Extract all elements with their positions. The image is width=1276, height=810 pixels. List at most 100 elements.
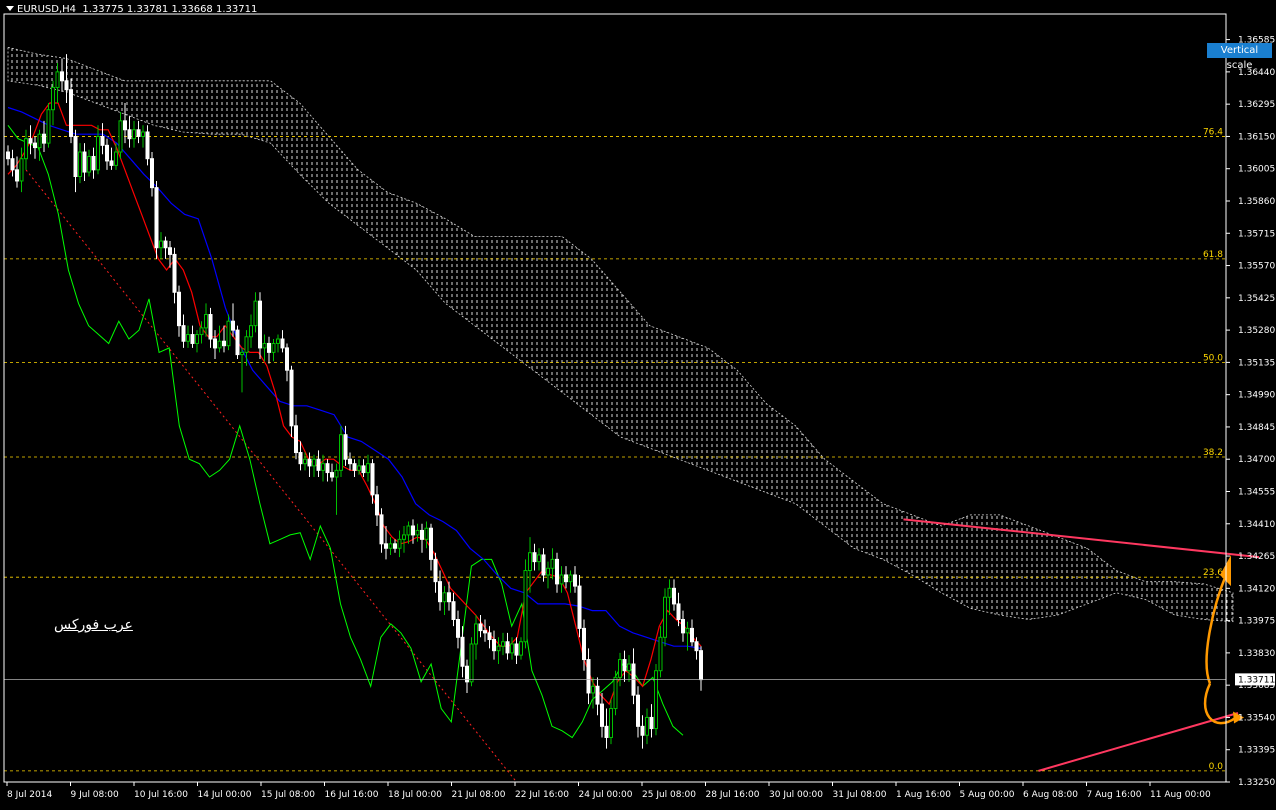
candle-body[interactable]: [168, 247, 172, 255]
candle-body[interactable]: [411, 525, 415, 536]
candle-body[interactable]: [280, 338, 285, 349]
candle-body[interactable]: [694, 641, 699, 652]
candle-body[interactable]: [87, 155, 91, 173]
vertical-scale-button[interactable]: Vertical scale: [1207, 43, 1272, 71]
candle-body[interactable]: [384, 543, 388, 549]
candle-body[interactable]: [190, 334, 195, 344]
candle-body[interactable]: [699, 650, 703, 681]
candle-body[interactable]: [91, 155, 96, 171]
candle-body[interactable]: [69, 89, 73, 137]
candle-body[interactable]: [118, 120, 123, 153]
candle-body[interactable]: [406, 525, 411, 536]
candle-body[interactable]: [636, 694, 640, 727]
candle-body[interactable]: [132, 129, 136, 140]
chart-area[interactable]: 76.4 61.8 50.0 38.2 23.6 0.0 1.36585 1.36440 1.3…: [0, 0, 1276, 806]
candle-body[interactable]: [676, 603, 681, 620]
candle-body[interactable]: [577, 585, 582, 629]
candle-body[interactable]: [604, 725, 609, 738]
candle-body[interactable]: [303, 458, 307, 465]
candle-body[interactable]: [672, 587, 676, 605]
candle-body[interactable]: [609, 708, 613, 738]
candle-body[interactable]: [123, 120, 127, 131]
candle-body[interactable]: [276, 338, 280, 344]
candle-body[interactable]: [469, 643, 474, 683]
candle-body[interactable]: [294, 425, 298, 454]
candle-body[interactable]: [271, 342, 276, 353]
candle-body[interactable]: [199, 327, 204, 336]
candle-body[interactable]: [226, 320, 231, 347]
candle-body[interactable]: [181, 325, 186, 342]
candle-body[interactable]: [127, 129, 132, 140]
candle-body[interactable]: [397, 538, 402, 549]
candle-body[interactable]: [613, 676, 618, 710]
candle-body[interactable]: [235, 329, 240, 356]
candle-body[interactable]: [528, 552, 532, 572]
candle-body[interactable]: [114, 151, 118, 166]
candle-body[interactable]: [352, 463, 357, 471]
candle-body[interactable]: [244, 336, 249, 353]
candle-body[interactable]: [24, 138, 28, 160]
candle-body[interactable]: [64, 80, 69, 91]
candle-body[interactable]: [622, 659, 627, 672]
candle-body[interactable]: [109, 160, 114, 166]
candle-body[interactable]: [240, 351, 244, 356]
candle-body[interactable]: [312, 458, 316, 467]
candle-body[interactable]: [460, 636, 465, 667]
candle-body[interactable]: [208, 314, 213, 340]
candle-body[interactable]: [537, 554, 541, 563]
candle-body[interactable]: [447, 592, 451, 603]
candle-body[interactable]: [595, 685, 600, 705]
candle-body[interactable]: [82, 151, 87, 173]
candle-body[interactable]: [627, 663, 631, 672]
candle-body[interactable]: [550, 558, 555, 569]
candle-body[interactable]: [253, 300, 258, 327]
candle-body[interactable]: [640, 725, 645, 736]
candle-body[interactable]: [393, 543, 397, 549]
candle-body[interactable]: [100, 135, 105, 146]
candle-body[interactable]: [231, 320, 235, 331]
candle-body[interactable]: [618, 659, 622, 678]
candle-body[interactable]: [195, 334, 199, 344]
candle-body[interactable]: [690, 627, 694, 643]
candle-body[interactable]: [519, 641, 523, 656]
candle-body[interactable]: [681, 618, 685, 634]
candle-body[interactable]: [433, 558, 438, 583]
candle-body[interactable]: [370, 463, 375, 496]
candle-body[interactable]: [177, 291, 181, 327]
candle-body[interactable]: [145, 131, 150, 160]
candle-body[interactable]: [402, 534, 406, 540]
dropdown-triangle-icon[interactable]: [6, 6, 14, 11]
candle-body[interactable]: [483, 630, 487, 634]
candle-body[interactable]: [321, 463, 325, 471]
candle-body[interactable]: [60, 71, 64, 82]
candle-body[interactable]: [150, 158, 154, 189]
candle-body[interactable]: [339, 434, 343, 471]
candle-body[interactable]: [222, 340, 226, 347]
candle-body[interactable]: [591, 685, 595, 694]
candle-body[interactable]: [51, 86, 55, 111]
candle-body[interactable]: [559, 574, 564, 585]
candle-body[interactable]: [510, 643, 514, 654]
candle-body[interactable]: [541, 554, 546, 576]
candle-body[interactable]: [523, 570, 528, 643]
candle-body[interactable]: [163, 240, 168, 249]
candle-body[interactable]: [532, 552, 537, 563]
candle-body[interactable]: [186, 334, 190, 342]
candle-body[interactable]: [496, 645, 501, 652]
candle-body[interactable]: [105, 144, 109, 162]
candle-body[interactable]: [420, 529, 424, 540]
candle-body[interactable]: [379, 514, 384, 545]
candle-body[interactable]: [159, 240, 163, 249]
candle-body[interactable]: [505, 641, 510, 654]
candle-body[interactable]: [492, 639, 496, 652]
candle-body[interactable]: [487, 632, 492, 641]
candle-body[interactable]: [78, 151, 82, 178]
candle-body[interactable]: [285, 347, 289, 371]
candle-body[interactable]: [546, 567, 550, 576]
candle-body[interactable]: [568, 574, 573, 583]
candle-body[interactable]: [217, 340, 222, 349]
candle-body[interactable]: [429, 527, 433, 560]
candle-body[interactable]: [262, 342, 267, 349]
candle-body[interactable]: [343, 434, 348, 460]
candle-body[interactable]: [6, 151, 10, 160]
